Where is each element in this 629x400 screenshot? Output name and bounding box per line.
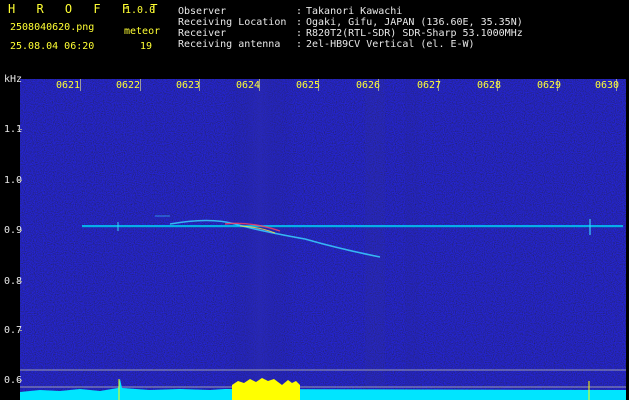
- freq-label-0.9: 0.9: [4, 225, 23, 236]
- burst-column: [225, 79, 295, 387]
- spectrogram: [20, 79, 626, 400]
- observer-label: Observer: [178, 6, 227, 17]
- meteor-label: meteor: [124, 26, 161, 37]
- meteor-count: 19: [140, 41, 153, 52]
- time-label-0623: 0623: [175, 80, 201, 91]
- time-label-0622: 0622: [115, 80, 141, 91]
- file-datetime: 25.08.04 06:20: [10, 41, 95, 52]
- colon-2: :: [296, 28, 303, 39]
- app-version: 1.0.0: [125, 5, 156, 16]
- time-label-0626: 0626: [355, 80, 381, 91]
- file-name: 2508040620.png: [10, 22, 95, 33]
- freq-tick-0.6: [18, 380, 22, 381]
- time-label-0624: 0624: [235, 80, 261, 91]
- freq-tick-0.7: [18, 330, 22, 331]
- freq-label-0.7: 0.7: [4, 325, 23, 336]
- freq-label-0.8: 0.8: [4, 276, 23, 287]
- noise-column-1: [365, 79, 385, 387]
- antenna-value: 2el-HB9CV Vertical (el. E-W): [306, 39, 475, 50]
- colon-3: :: [296, 39, 303, 50]
- freq-tick-1.0: [18, 180, 22, 181]
- time-label-0630: 0630: [594, 80, 620, 91]
- header-panel: H R O F F T 1.0.0 2508040620.png 25.08.0…: [0, 0, 629, 72]
- time-label-0628: 0628: [476, 80, 502, 91]
- location-label: Receiving Location: [178, 17, 287, 28]
- time-tick-0622: [140, 79, 141, 91]
- freq-tick-1.1: [18, 129, 22, 130]
- freq-tick-0.9: [18, 230, 22, 231]
- antenna-label: Receiving antenna: [178, 39, 281, 50]
- freq-label-1.1: 1.1: [4, 124, 23, 135]
- noise-column-2: [405, 79, 419, 387]
- time-tick-0621: [80, 79, 81, 91]
- receiver-label: Receiver: [178, 28, 227, 39]
- freq-label-1.0: 1.0: [4, 175, 23, 186]
- freq-unit: kHz: [4, 74, 23, 85]
- receiver-value: R820T2(RTL-SDR) SDR-Sharp 53.1000MHz: [306, 28, 523, 39]
- time-label-0621: 0621: [55, 80, 81, 91]
- noise-texture: [20, 79, 626, 400]
- time-label-0627: 0627: [416, 80, 442, 91]
- colon-1: :: [296, 17, 303, 28]
- freq-label-0.6: 0.6: [4, 375, 23, 386]
- colon-0: :: [296, 6, 303, 17]
- freq-tick-0.8: [18, 281, 22, 282]
- location-value: Ogaki, Gifu, JAPAN (136.60E, 35.35N): [306, 17, 523, 28]
- observer-value: Takanori Kawachi: [306, 6, 403, 17]
- time-label-0629: 0629: [536, 80, 562, 91]
- time-label-0625: 0625: [295, 80, 321, 91]
